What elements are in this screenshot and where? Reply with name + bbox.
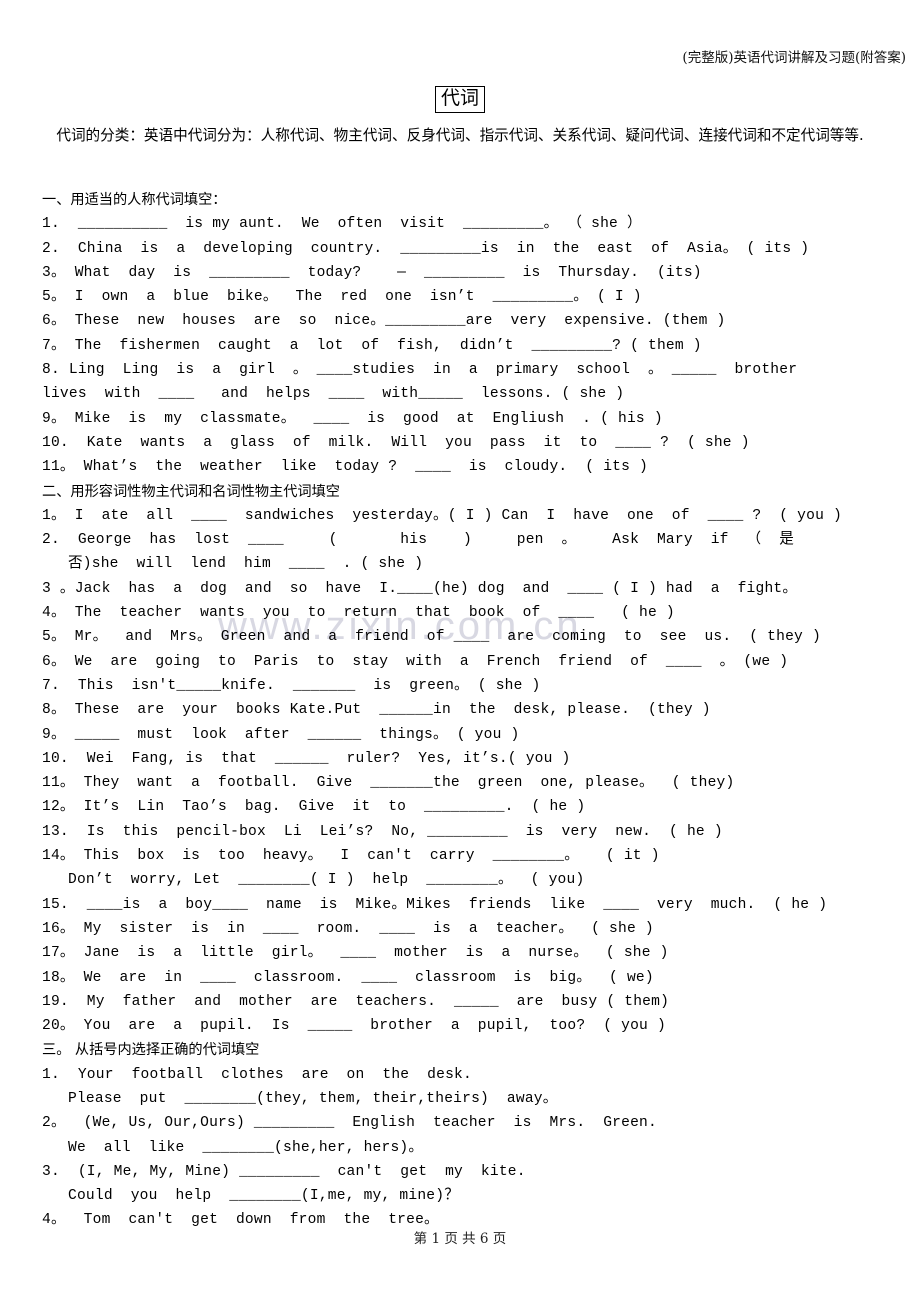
question-item: 14。 This box is too heavy。 I can't carry…	[42, 848, 660, 865]
document-page: www.zixin.com.cn (完整版)英语代词讲解及习题(附答案) 代词 …	[0, 0, 920, 1302]
question-item: 10. Wei Fang, is that ______ ruler? Yes,…	[42, 750, 571, 767]
section-heading-2: 二、用形容词性物主代词和名词性物主代词填空	[42, 483, 340, 500]
question-item: 7. This isn't_____knife. _______ is gree…	[42, 677, 541, 694]
question-item: 3 。Jack has a dog and so have I.____(he)…	[42, 580, 798, 597]
question-item: 3. (I, Me, My, Mine) _________ can't get…	[42, 1163, 526, 1180]
question-item-continuation: Please put ________(they, them, their,th…	[68, 1090, 558, 1107]
question-item: 1。 I ate all ____ sandwiches yesterday。(…	[42, 507, 842, 524]
question-item: 17。 Jane is a little girl。 ____ mother i…	[42, 945, 669, 962]
question-item-continuation: Don’t worry, Let ________( I ) help ____…	[68, 872, 585, 889]
question-item: 7。 The fishermen caught a lot of fish, d…	[42, 337, 702, 354]
question-item-continuation: Could you help ________(I,me, my, mine)？	[68, 1188, 460, 1205]
question-item: 2。 (We, Us, Our,Ours) _________ English …	[42, 1115, 657, 1132]
question-item: 9。 _____ must look after ______ things。 …	[42, 726, 520, 743]
intro-paragraph: 代词的分类：英语中代词分为：人称代词、物主代词、反身代词、指示代词、关系代词、疑…	[56, 127, 864, 144]
question-item: 13. Is this pencil-box Li Lei’s? No, ___…	[42, 823, 723, 840]
question-item: 10. Kate wants a glass of milk. Will you…	[42, 434, 750, 451]
question-item: 20。 You are a pupil. Is _____ brother a …	[42, 1018, 666, 1035]
question-item: 11。 What’s the weather like today ? ____…	[42, 459, 649, 476]
question-item-continuation: We all like ________(she,her, hers)。	[68, 1139, 424, 1156]
question-item: 19. My father and mother are teachers. _…	[42, 993, 670, 1010]
question-item: 8. Ling Ling is a girl 。 ____studies in …	[42, 362, 798, 379]
question-item: 3。 What day is _________ today? — ______…	[42, 264, 702, 281]
question-item: 6。 These new houses are so nice。________…	[42, 313, 726, 330]
exercise-body: 一、用适当的人称代词填空： 1. __________ is my aunt. …	[42, 188, 908, 1233]
section-heading-1: 一、用适当的人称代词填空：	[42, 192, 227, 208]
question-item: 18。 We are in ____ classroom. ____ class…	[42, 969, 654, 986]
question-item: 6。 We are going to Paris to stay with a …	[42, 653, 789, 670]
question-item: 4。 The teacher wants you to return that …	[42, 605, 675, 622]
question-item: 15. ____is a boy____ name is Mike。Mikes …	[42, 896, 828, 913]
question-item-continuation: lives with ____ and helps ____ with_____…	[42, 386, 625, 403]
question-item: 2. George has lost ____ ( his ) pen 。 As…	[42, 532, 795, 549]
question-item: 5。 Mr。 and Mrs。 Green and a friend of __…	[42, 629, 821, 646]
question-item: 12。 It’s Lin Tao’s bag. Give it to _____…	[42, 799, 586, 816]
question-item: 8。 These are your books Kate.Put ______i…	[42, 702, 711, 719]
question-item: 5。 I own a blue bike。 The red one isn’t …	[42, 289, 642, 306]
question-item: 2. China is a developing country. ______…	[42, 240, 810, 257]
question-item: 9。 Mike is my classmate。 ____ is good at…	[42, 410, 663, 427]
question-item: 1. Your football clothes are on the desk…	[42, 1066, 472, 1083]
page-footer: 第 1 页 共 6 页	[413, 1231, 507, 1247]
document-header-title: (完整版)英语代词讲解及习题(附答案)	[682, 50, 906, 66]
question-item-continuation: 否)she will lend him ____ . ( she )	[68, 556, 424, 573]
page-title: 代词	[434, 86, 485, 113]
page-title-wrap: 代词	[0, 86, 920, 113]
question-item: 11。 They want a football. Give _______th…	[42, 775, 735, 792]
question-item: 16。 My sister is in ____ room. ____ is a…	[42, 920, 654, 937]
section-heading-3: 三。 从括号内选择正确的代词填空	[42, 1042, 260, 1059]
question-item: 1. __________ is my aunt. We often visit…	[42, 216, 642, 233]
